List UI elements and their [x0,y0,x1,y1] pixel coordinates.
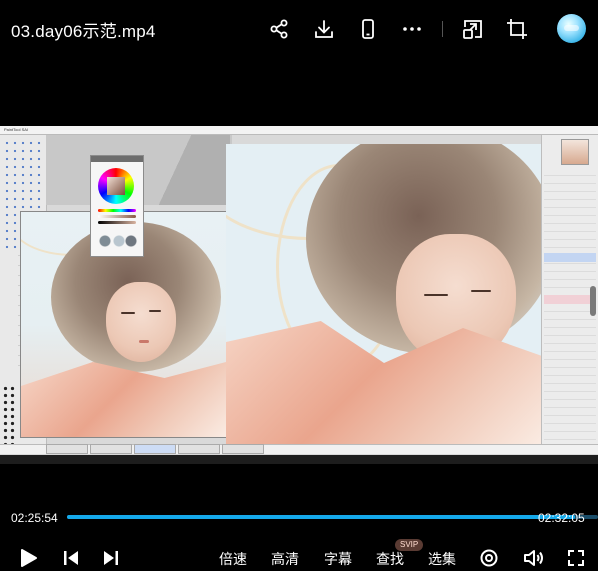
previous-button[interactable] [60,547,82,569]
share-icon[interactable] [266,16,292,42]
previous-icon [64,551,78,565]
quality-button[interactable]: 高清 [271,549,299,569]
search-button[interactable]: 查找 [376,549,404,569]
video-title: 03.day06示范.mp4 [11,22,156,41]
avatar[interactable] [557,14,586,43]
play-icon [21,549,37,567]
scrollbar[interactable] [590,286,596,316]
color-wheel[interactable] [98,168,134,204]
fullscreen-icon [568,550,584,566]
artwork-canvas [226,144,542,444]
crop-icon[interactable] [504,16,530,42]
color-palette-window[interactable] [90,155,144,257]
volume-button[interactable] [522,547,546,569]
phone-icon[interactable] [355,16,381,42]
episodes-button[interactable]: 选集 [428,549,456,569]
divider [442,21,443,37]
app-titlebar: PaintTool SAI [4,127,29,132]
picture-in-picture-icon[interactable] [460,16,486,42]
color-swatches[interactable] [97,232,137,250]
recording-caption [0,455,598,464]
subtitle-button[interactable]: 字幕 [324,549,352,569]
next-button[interactable] [100,547,122,569]
progress-fill [67,515,576,519]
speed-button[interactable]: 倍速 [219,549,247,569]
more-icon[interactable] [399,16,425,42]
video-frame[interactable]: PaintTool SAI [0,126,598,464]
download-icon[interactable] [311,16,337,42]
fullscreen-button[interactable] [566,547,586,569]
play-button[interactable] [18,547,40,569]
progress-bar[interactable] [67,515,598,519]
total-time: 02:32:05 [538,511,585,525]
settings-button[interactable] [478,547,500,569]
current-time: 02:25:54 [11,511,58,525]
volume-icon [524,550,543,566]
next-icon [104,551,118,565]
top-bar: 03.day06示范.mp4 [0,0,598,58]
settings-icon [480,549,498,567]
app-menubar: PaintTool SAI [0,126,598,135]
canvas-tabs [46,444,264,454]
navigator-thumbnail [561,139,589,165]
